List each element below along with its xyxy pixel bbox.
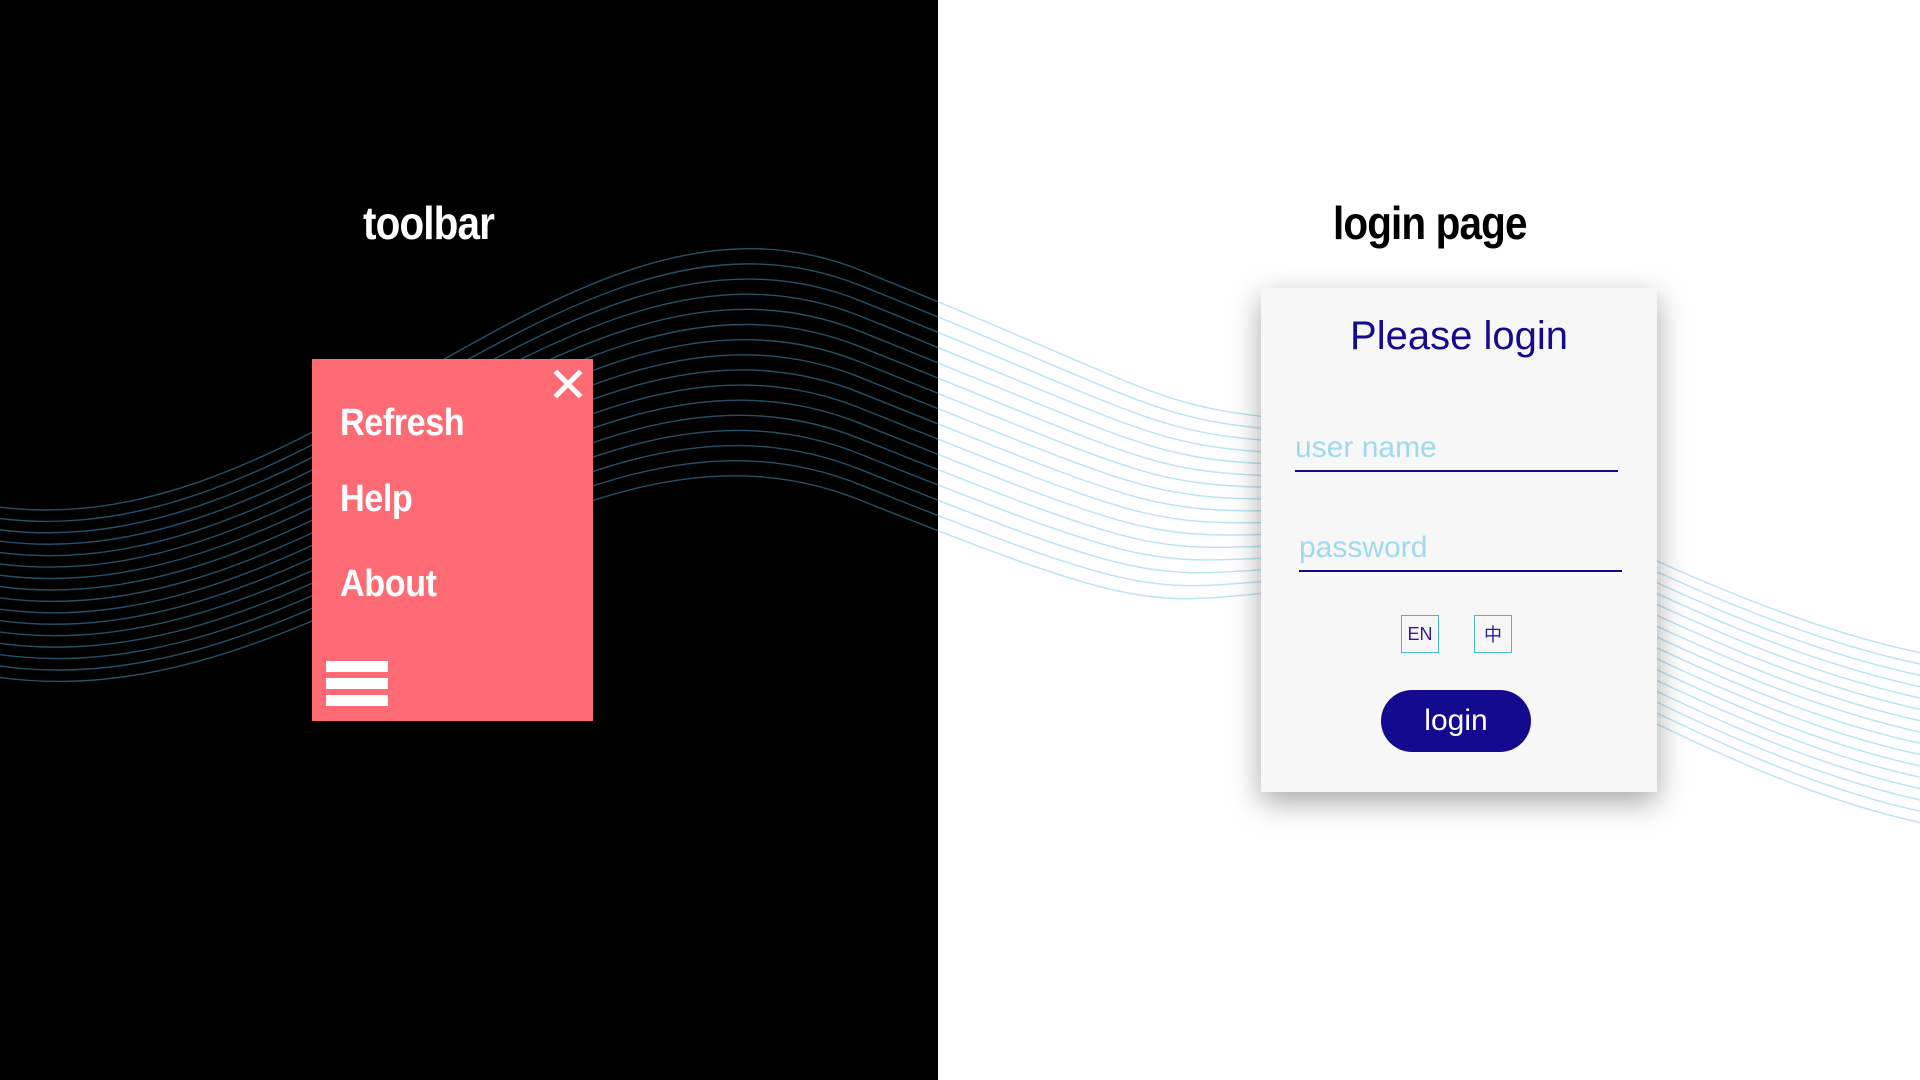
toolbar-menu: Refresh Help About (312, 359, 593, 721)
password-input[interactable] (1299, 528, 1622, 572)
menu-item-help[interactable]: Help (340, 478, 413, 521)
language-en-button[interactable]: EN (1401, 615, 1439, 653)
login-button[interactable]: login (1381, 690, 1531, 752)
close-icon[interactable] (549, 365, 587, 403)
login-form: Please login EN 中 login (1261, 288, 1657, 792)
menu-item-about[interactable]: About (340, 563, 437, 606)
hamburger-menu-icon[interactable] (326, 661, 388, 707)
menu-item-refresh[interactable]: Refresh (340, 402, 465, 445)
login-heading: Please login (1350, 314, 1568, 358)
language-zh-button[interactable]: 中 (1474, 615, 1512, 653)
username-input[interactable] (1295, 428, 1618, 472)
login-section-title: login page (1333, 197, 1527, 249)
toolbar-section-title: toolbar (363, 197, 495, 249)
